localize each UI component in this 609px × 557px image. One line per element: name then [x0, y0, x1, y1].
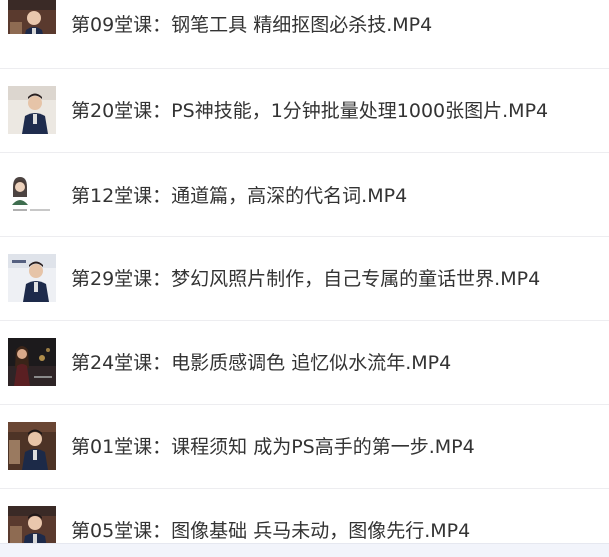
file-name: 第29堂课：梦幻风照片制作，自己专属的童话世界.MP4: [71, 268, 541, 290]
file-row[interactable]: 第12堂课：通道篇，高深的代名词.MP4: [0, 153, 609, 237]
file-row[interactable]: 第24堂课：电影质感调色 追忆似水流年.MP4: [0, 321, 609, 405]
file-row[interactable]: 第09堂课：钢笔工具 精细抠图必杀技.MP4: [0, 0, 609, 69]
video-thumbnail-icon: [8, 254, 56, 302]
video-thumbnail-icon: [8, 422, 56, 470]
file-name: 第01堂课：课程须知 成为PS高手的第一步.MP4: [71, 436, 475, 458]
file-list: 第09堂课：钢笔工具 精细抠图必杀技.MP4 第20堂课：PS神技能，1分钟批量…: [0, 0, 609, 557]
file-name: 第05堂课：图像基础 兵马未动，图像先行.MP4: [71, 520, 471, 542]
bottom-bar: [0, 543, 609, 557]
video-thumbnail-icon: [8, 338, 56, 386]
video-thumbnail-icon: [8, 0, 56, 34]
video-thumbnail-icon: [8, 171, 56, 219]
file-name: 第20堂课：PS神技能，1分钟批量处理1000张图片.MP4: [71, 100, 549, 122]
file-name: 第24堂课：电影质感调色 追忆似水流年.MP4: [71, 352, 452, 374]
file-row[interactable]: 第01堂课：课程须知 成为PS高手的第一步.MP4: [0, 405, 609, 489]
file-name: 第12堂课：通道篇，高深的代名词.MP4: [71, 185, 408, 207]
file-row[interactable]: 第29堂课：梦幻风照片制作，自己专属的童话世界.MP4: [0, 237, 609, 321]
file-name: 第09堂课：钢笔工具 精细抠图必杀技.MP4: [71, 14, 433, 36]
file-row[interactable]: 第20堂课：PS神技能，1分钟批量处理1000张图片.MP4: [0, 69, 609, 153]
video-thumbnail-icon: [8, 86, 56, 134]
